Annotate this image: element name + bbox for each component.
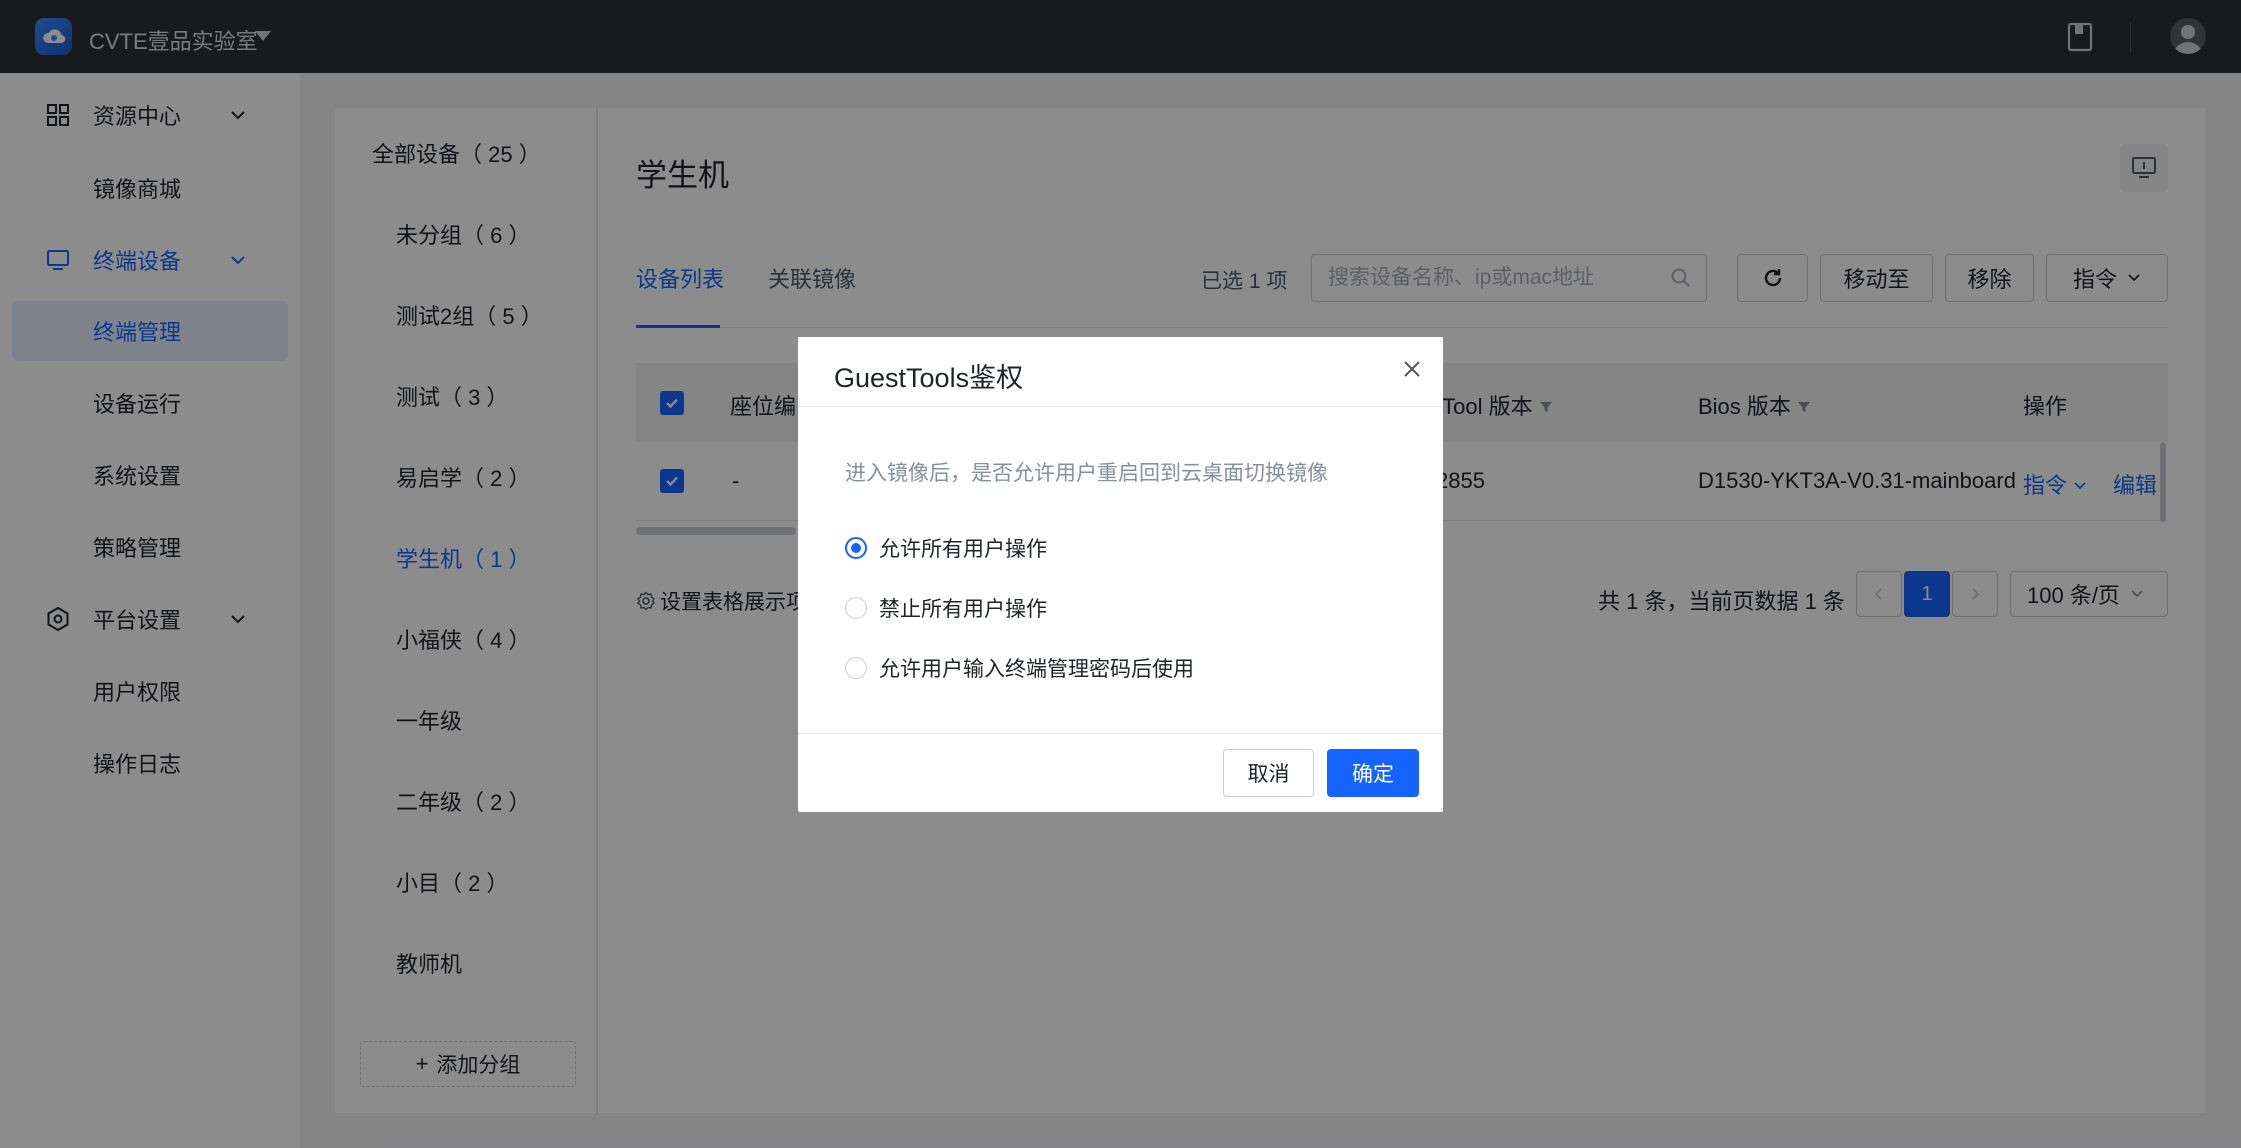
radio-label: 允许用户输入终端管理密码后使用 bbox=[879, 658, 1194, 681]
radio-button[interactable] bbox=[845, 657, 867, 679]
guesttools-auth-dialog: GuestTools鉴权 进入镜像后，是否允许用户重启回到云桌面切换镜像 允许所… bbox=[798, 337, 1443, 812]
radio-label: 允许所有用户操作 bbox=[879, 538, 1047, 561]
dialog-footer-divider bbox=[798, 733, 1443, 734]
radio-button-selected[interactable] bbox=[845, 537, 867, 559]
confirm-button[interactable]: 确定 bbox=[1327, 749, 1419, 797]
radio-forbid-all[interactable]: 禁止所有用户操作 bbox=[845, 593, 1047, 623]
dialog-description: 进入镜像后，是否允许用户重启回到云桌面切换镜像 bbox=[845, 462, 1328, 485]
radio-allow-all[interactable]: 允许所有用户操作 bbox=[845, 533, 1047, 563]
close-icon[interactable] bbox=[1400, 357, 1424, 381]
radio-label: 禁止所有用户操作 bbox=[879, 598, 1047, 621]
radio-button[interactable] bbox=[845, 597, 867, 619]
dialog-title: GuestTools鉴权 bbox=[834, 363, 1024, 393]
dialog-header: GuestTools鉴权 bbox=[798, 337, 1443, 407]
cancel-button[interactable]: 取消 bbox=[1223, 749, 1314, 797]
radio-allow-with-password[interactable]: 允许用户输入终端管理密码后使用 bbox=[845, 653, 1194, 683]
